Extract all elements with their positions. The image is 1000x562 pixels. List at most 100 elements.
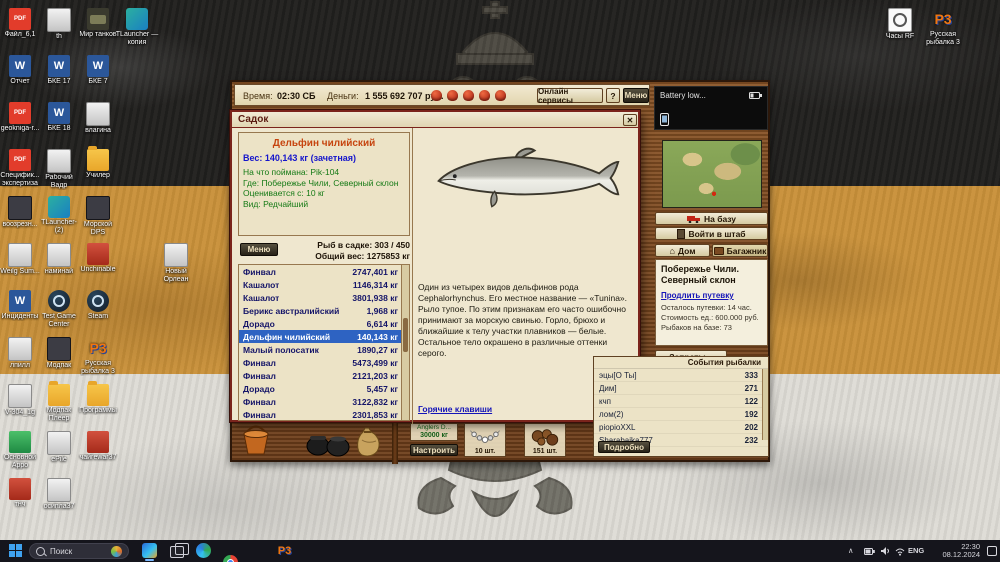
taskbar-game-icon[interactable] (142, 543, 157, 558)
crayfish-icon[interactable] (431, 90, 442, 101)
event-row[interactable]: эцы[О Ты]333 (594, 369, 768, 382)
extend-ticket-link[interactable]: Продлить путевку (661, 291, 762, 300)
desktop-icon[interactable]: Часы RF (878, 8, 922, 52)
crayfish-icon[interactable] (447, 90, 458, 101)
fish-row[interactable]: Финвал3122,832 кг (239, 395, 409, 408)
crayfish-icon[interactable] (463, 90, 474, 101)
bait-item[interactable]: 151 шт. (524, 423, 566, 457)
fish-row[interactable]: Кашалот3801,938 кг (239, 291, 409, 304)
anglers-item[interactable]: Anglers D... 30000 кг (410, 423, 458, 441)
fish-row[interactable]: Кашалот1146,314 кг (239, 278, 409, 291)
phone-icon[interactable] (660, 113, 669, 126)
desktop-icon[interactable]: Инциденты (0, 290, 42, 334)
sack-icon[interactable] (354, 426, 382, 458)
desktop-icon[interactable]: осипла37 (37, 478, 81, 522)
desktop-icon[interactable]: Steam (76, 290, 120, 334)
enter-hq-button[interactable]: Войти в штаб (655, 227, 768, 240)
desktop-icon[interactable]: Русская рыбалка 3 (921, 8, 965, 52)
game-menu-button[interactable]: Меню (623, 88, 649, 103)
fish-row[interactable]: Финвал2747,401 кг (239, 265, 409, 278)
door-icon (677, 229, 685, 239)
desktop-icon[interactable]: наминай (37, 243, 81, 287)
taskbar-rf3-icon[interactable]: Р3 (277, 543, 292, 558)
notification-center-icon[interactable] (987, 546, 997, 556)
desktop-icon[interactable]: влагина (76, 102, 120, 146)
fish-row[interactable]: Финвал2121,203 кг (239, 369, 409, 382)
desktop-icon[interactable]: th (37, 8, 81, 52)
event-row[interactable]: Дим]271 (594, 382, 768, 395)
desktop-icon[interactable]: чайгеwar37 (76, 431, 120, 475)
language-indicator[interactable]: ENG (908, 547, 924, 555)
desktop-icon[interactable]: Училер (76, 149, 120, 193)
chrome-browser-icon[interactable] (223, 555, 238, 562)
hotkeys-link[interactable]: Горячие клавиши (418, 404, 492, 414)
desktop-icon[interactable]: TLauncher — копия (115, 8, 159, 52)
desktop-icon[interactable]: Мир танков (76, 8, 120, 52)
cauldron-icons[interactable] (304, 430, 350, 458)
beads-item[interactable]: 10 шт. (464, 423, 506, 457)
crayfish-icon[interactable] (479, 90, 490, 101)
fish-list-scrollbar[interactable] (401, 265, 409, 420)
tray-chevron-icon[interactable]: ∧ (848, 547, 854, 555)
desktop-icon[interactable]: Морской DPS (76, 196, 120, 240)
fish-weight: Вес: 140,143 кг (зачетная) (243, 153, 405, 163)
desktop-icon[interactable]: Отчет (0, 55, 42, 99)
dialog-close-button[interactable]: ✕ (623, 114, 637, 126)
desktop-icon[interactable]: Специфик... экспертиза (0, 149, 42, 193)
events-panel: События рыбалки эцы[О Ты]333 Дим]271 кчп… (593, 356, 769, 457)
bucket-icon[interactable] (240, 424, 272, 458)
events-details-button[interactable]: Подробно (598, 441, 650, 453)
tray-volume-icon[interactable] (880, 546, 890, 556)
desktop-icon[interactable]: V-304_1g (0, 384, 42, 428)
desktop-icon[interactable]: Файл_6,1 (0, 8, 42, 52)
desktop-icon[interactable]: БКЕ 7 (76, 55, 120, 99)
fish-row-selected[interactable]: Дельфин чилийский140,143 кг (239, 330, 409, 343)
desktop-icon[interactable]: Модпак (37, 337, 81, 381)
fish-kind: Вид: Редчайший (243, 199, 405, 210)
desktop-icon[interactable]: ePile (37, 431, 81, 475)
fish-row[interactable]: Дорадо6,614 кг (239, 317, 409, 330)
fish-row[interactable]: Малый полосатик1890,27 кг (239, 343, 409, 356)
desktop-icon[interactable]: Новый Орлеан (154, 243, 198, 287)
tray-battery-icon[interactable] (864, 547, 876, 556)
event-row[interactable]: piopioXXL202 (594, 421, 768, 434)
desktop-icon[interactable]: Unchinable (76, 243, 120, 287)
clock-tray[interactable]: 22:30 08.12.2024 (930, 543, 980, 559)
desktop-icon[interactable]: БКЕ 18 (37, 102, 81, 146)
tab-home[interactable]: ⌂ Дом (655, 244, 710, 257)
crayfish-icon[interactable] (495, 90, 506, 101)
desktop-icon[interactable]: Русская рыбалка 3 (76, 337, 120, 381)
desktop-icon[interactable]: Основной Арро (0, 431, 42, 475)
online-services-button[interactable]: Онлайн сервисы (537, 88, 603, 103)
edge-browser-icon[interactable] (196, 543, 211, 558)
desktop-icon[interactable]: Модпак Плеер (37, 384, 81, 428)
desktop-icon[interactable]: БКЕ 17 (37, 55, 81, 99)
desktop-icon-clock: Часы RF (878, 8, 922, 55)
desktop-icon[interactable]: Weilg Sum... (0, 243, 42, 287)
desktop-icon[interactable]: TLauncher-(2) (37, 196, 81, 240)
desktop-icon[interactable]: тнч (0, 478, 42, 522)
task-view-button[interactable] (170, 546, 184, 558)
fish-row[interactable]: Дорадо5,457 кг (239, 382, 409, 395)
fish-row[interactable]: Берикс австралийский1,968 кг (239, 304, 409, 317)
desktop-icon[interactable]: Test Game Center (37, 290, 81, 334)
start-button[interactable] (9, 544, 22, 557)
to-base-button[interactable]: На базу (655, 212, 768, 225)
tab-trunk[interactable]: Багажник (712, 244, 768, 257)
desktop-icon[interactable]: воозрезн... (0, 196, 42, 240)
event-row[interactable]: лом(2)192 (594, 408, 768, 421)
tray-network-icon[interactable] (894, 546, 906, 556)
fish-row[interactable]: Финвал2301,853 кг (239, 408, 409, 421)
desktop-icon[interactable]: Рабочий Вадр (37, 149, 81, 193)
fish-row[interactable]: Финвал5473,499 кг (239, 356, 409, 369)
desktop-icon[interactable]: лпилл (0, 337, 42, 381)
help-button[interactable]: ? (606, 88, 620, 103)
dialog-titlebar[interactable]: Садок (232, 112, 638, 128)
events-scrollbar[interactable] (762, 369, 768, 440)
desktop-icon[interactable]: geokniga-r... (0, 102, 42, 146)
event-row[interactable]: кчп122 (594, 395, 768, 408)
configure-button[interactable]: Настроить (410, 444, 458, 456)
minimap[interactable] (662, 140, 762, 208)
desktop-icon[interactable]: Программы (76, 384, 120, 428)
search-box[interactable]: Поиск (29, 543, 129, 559)
